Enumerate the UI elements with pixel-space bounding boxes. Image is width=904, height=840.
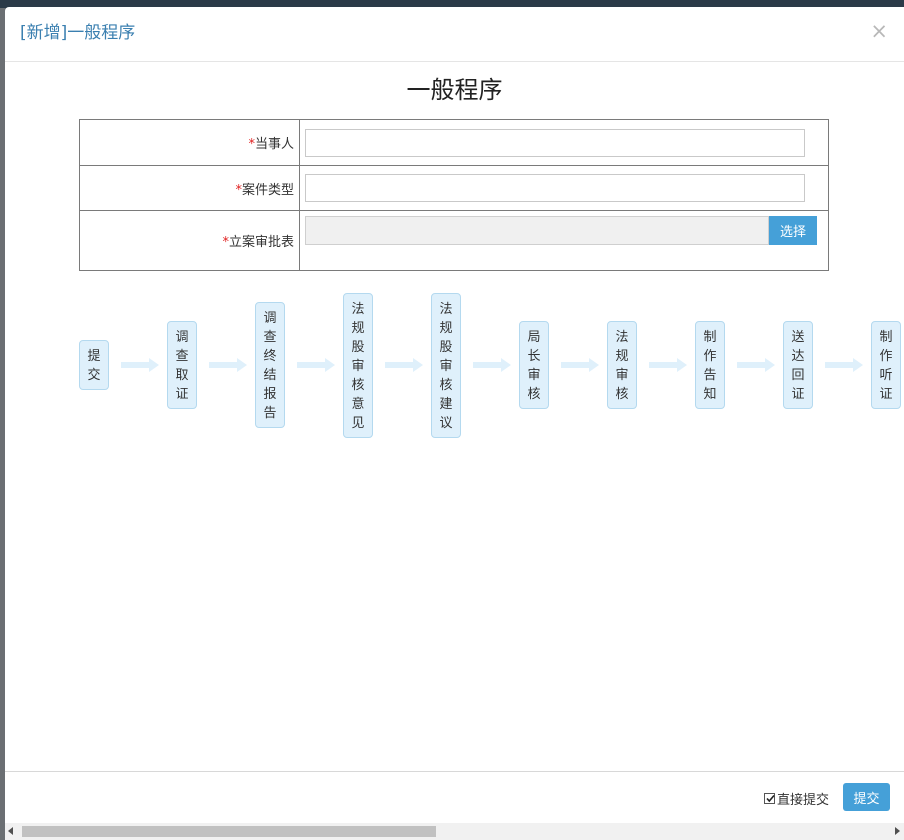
party-label-text: 当事人 xyxy=(254,137,294,152)
flow-step[interactable]: 局长审核 xyxy=(519,321,549,409)
flow-step-char: 查 xyxy=(263,330,277,345)
flow-arrow-icon xyxy=(385,358,423,372)
flow-step-char: 知 xyxy=(703,387,717,402)
scroll-right-icon[interactable] xyxy=(895,827,900,835)
flow-step-char: 结 xyxy=(263,368,277,383)
flow-step[interactable]: 制作听证 xyxy=(871,321,901,409)
horizontal-scrollbar[interactable] xyxy=(5,823,904,840)
flow-step-char: 规 xyxy=(351,320,365,336)
flow-step-char: 意 xyxy=(351,396,365,412)
flow-arrow-icon xyxy=(297,358,335,372)
flow-step-char: 法 xyxy=(439,301,453,317)
flow-step[interactable]: 法规股审核建议 xyxy=(431,292,461,438)
flow-step-char: 证 xyxy=(791,387,805,402)
flow-step-char: 查 xyxy=(175,349,189,364)
flow-arrow-icon xyxy=(121,358,159,372)
flow-step-char: 制 xyxy=(879,330,893,345)
submit-button[interactable]: 提交 xyxy=(843,783,890,811)
flow-step-char: 交 xyxy=(87,368,101,383)
flow-step-char: 证 xyxy=(879,387,893,402)
modal-title: [新增]一般程序 xyxy=(20,23,136,43)
flow-step-char: 建 xyxy=(439,396,453,412)
party-input[interactable] xyxy=(305,128,805,157)
modal-footer: 直接提交 提交 xyxy=(5,771,904,823)
modal-header: [新增]一般程序 × xyxy=(5,7,904,62)
flow-arrow-icon xyxy=(649,358,687,372)
flow-step[interactable]: 调查终结报告 xyxy=(255,302,285,428)
flow-step-char: 法 xyxy=(615,330,629,345)
flow-step-char: 告 xyxy=(263,406,277,421)
flow-step-char: 议 xyxy=(439,415,453,431)
form-row-approval: *立案审批表 选择 xyxy=(79,210,829,271)
approval-select-field[interactable] xyxy=(305,216,769,245)
flow-step-char: 长 xyxy=(527,349,541,364)
flow-arrow-icon xyxy=(561,358,599,372)
flow-step-char: 法 xyxy=(351,301,365,317)
flow-step-char: 规 xyxy=(615,349,629,364)
direct-submit-label: 直接提交 xyxy=(777,793,830,808)
flow-step-char: 审 xyxy=(351,358,365,374)
flow-step-char: 核 xyxy=(351,377,365,393)
flow-arrow-icon xyxy=(825,358,863,372)
direct-submit-option[interactable]: 直接提交 xyxy=(764,789,829,808)
flow-step-char: 作 xyxy=(879,349,893,364)
flow-step-char: 制 xyxy=(703,330,717,345)
scroll-left-icon[interactable] xyxy=(8,827,13,835)
flow-step-char: 审 xyxy=(439,358,453,374)
flow-step-char: 见 xyxy=(351,415,365,431)
flow-step-char: 调 xyxy=(175,330,189,345)
flow-step-char: 证 xyxy=(175,387,189,402)
flow-arrow-icon xyxy=(473,358,511,372)
flow-step[interactable]: 提交 xyxy=(79,340,109,390)
case-type-label-text: 案件类型 xyxy=(241,182,294,198)
party-label: *当事人 xyxy=(79,119,300,166)
flow-step-char: 规 xyxy=(439,320,453,336)
close-icon[interactable]: × xyxy=(870,20,888,42)
flow-step-char: 提 xyxy=(87,349,101,364)
flow-arrow-icon xyxy=(737,358,775,372)
flow-step-char: 报 xyxy=(263,387,277,402)
flow-step-char: 听 xyxy=(879,368,893,383)
form-table: *当事人 *案件类型 *立案审批表 选择 xyxy=(79,119,829,271)
flow-step-char: 作 xyxy=(703,349,717,364)
flow-step-char: 股 xyxy=(351,339,365,355)
flow-step[interactable]: 调查取证 xyxy=(167,321,197,409)
flow-step-char: 调 xyxy=(263,311,277,326)
flow-step-char: 局 xyxy=(527,330,541,345)
flow-step-char: 审 xyxy=(615,368,629,383)
flow-step-char: 审 xyxy=(527,368,541,383)
flow-step-char: 终 xyxy=(263,349,277,364)
flow-step-char: 告 xyxy=(703,368,717,383)
flow-step-char: 核 xyxy=(615,387,629,402)
flow-step-char: 核 xyxy=(527,387,541,402)
form-row-party: *当事人 xyxy=(79,119,829,166)
checkmark-icon xyxy=(766,794,775,803)
flow-step[interactable]: 制作告知 xyxy=(695,321,725,409)
modal-dialog: [新增]一般程序 × 一般程序 *当事人 *案件类型 *立案审批表 选择 提交 调… xyxy=(5,7,904,840)
direct-submit-checkbox[interactable] xyxy=(764,793,775,804)
form-row-case-type: *案件类型 xyxy=(79,165,829,211)
form-heading: 一般程序 xyxy=(406,76,503,104)
flow-step-char: 达 xyxy=(791,349,805,364)
approval-label: *立案审批表 xyxy=(79,210,300,271)
case-type-input[interactable] xyxy=(305,174,805,202)
flow-step-char: 股 xyxy=(439,339,453,355)
flow-step-char: 取 xyxy=(175,368,189,383)
case-type-label: *案件类型 xyxy=(79,165,300,211)
flow-step-char: 核 xyxy=(439,377,453,393)
flow-step[interactable]: 送达回证 xyxy=(783,321,813,409)
flow-arrow-icon xyxy=(209,358,247,372)
flow-step[interactable]: 法规股审核意见 xyxy=(343,292,373,438)
choose-button[interactable]: 选择 xyxy=(769,216,817,245)
process-flow: 提交调查取证调查终结报告法规股审核意见法规股审核建议局长审核法规审核制作告知送达… xyxy=(79,290,904,450)
flow-step[interactable]: 法规审核 xyxy=(607,321,637,409)
flow-step-char: 送 xyxy=(791,330,805,345)
scrollbar-thumb[interactable] xyxy=(22,826,436,837)
approval-label-text: 立案审批表 xyxy=(228,235,294,250)
flow-step-char: 回 xyxy=(791,368,805,383)
